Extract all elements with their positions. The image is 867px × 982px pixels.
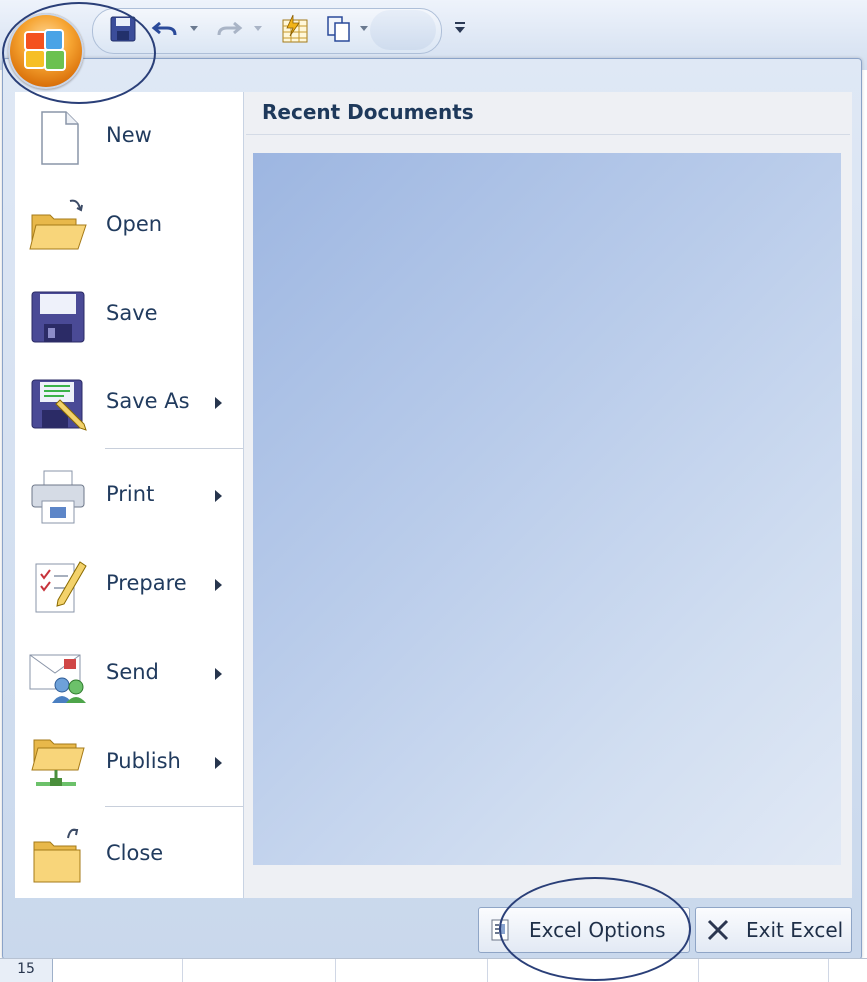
menu-item-print[interactable]: Print xyxy=(20,455,242,537)
menu-item-label: Send xyxy=(106,660,159,684)
menu-item-new[interactable]: New xyxy=(20,96,242,178)
publish-folder-icon xyxy=(28,734,88,794)
menu-item-save-as[interactable]: Save As xyxy=(20,362,242,444)
exit-excel-label: Exit Excel xyxy=(746,918,844,942)
menu-item-label: New xyxy=(106,123,152,147)
menu-item-prepare[interactable]: Prepare xyxy=(20,544,242,626)
row-number: 15 xyxy=(0,959,53,982)
undo-dropdown-icon[interactable] xyxy=(190,26,198,31)
prepare-document-icon xyxy=(28,556,88,616)
copy-icon[interactable] xyxy=(324,14,354,44)
excel-options-label: Excel Options xyxy=(529,918,666,942)
gridline xyxy=(182,959,183,982)
options-icon xyxy=(489,918,513,942)
close-folder-icon xyxy=(28,826,88,886)
menu-item-publish[interactable]: Publish xyxy=(20,722,242,804)
gridline xyxy=(698,959,699,982)
menu-item-label: Publish xyxy=(106,749,181,773)
menu-separator xyxy=(105,806,243,807)
exit-excel-button[interactable]: Exit Excel xyxy=(695,907,852,953)
gridline xyxy=(828,959,829,982)
menu-item-label: Save xyxy=(106,301,158,325)
save-as-icon xyxy=(28,374,88,434)
new-document-icon xyxy=(28,108,88,168)
send-icon xyxy=(28,645,88,705)
menu-item-send[interactable]: Send xyxy=(20,633,242,715)
redo-dropdown-icon xyxy=(254,26,262,31)
menu-item-label: Save As xyxy=(106,389,190,413)
gridline xyxy=(487,959,488,982)
submenu-arrow-icon xyxy=(215,668,222,680)
submenu-arrow-icon xyxy=(215,397,222,409)
recent-documents-divider xyxy=(246,134,850,135)
printer-icon xyxy=(28,467,88,527)
calculator-icon[interactable] xyxy=(278,14,312,44)
menu-item-close[interactable]: Close xyxy=(20,814,242,896)
menu-item-open[interactable]: Open xyxy=(20,185,242,267)
undo-icon[interactable] xyxy=(150,14,180,44)
excel-options-button[interactable]: Excel Options xyxy=(478,907,690,953)
exit-icon xyxy=(706,918,730,942)
worksheet-row: 15 xyxy=(0,958,867,982)
quick-access-toolbar-pill-end xyxy=(370,10,436,50)
gridline xyxy=(335,959,336,982)
redo-icon xyxy=(214,14,244,44)
recent-documents-list[interactable] xyxy=(253,153,841,865)
office-logo-icon xyxy=(24,29,66,71)
save-icon[interactable] xyxy=(108,14,138,44)
open-folder-icon xyxy=(28,197,88,257)
menu-item-label: Prepare xyxy=(106,571,187,595)
menu-item-save[interactable]: Save xyxy=(20,274,242,356)
customize-icon[interactable] xyxy=(452,16,468,38)
submenu-arrow-icon xyxy=(215,757,222,769)
recent-documents-title: Recent Documents xyxy=(262,100,474,124)
copy-dropdown-icon[interactable] xyxy=(360,26,368,31)
menu-item-label: Close xyxy=(106,841,164,865)
menu-item-label: Print xyxy=(106,482,155,506)
submenu-arrow-icon xyxy=(215,579,222,591)
submenu-arrow-icon xyxy=(215,490,222,502)
menu-item-label: Open xyxy=(106,212,163,236)
floppy-disk-icon xyxy=(28,286,88,346)
menu-separator xyxy=(105,448,243,449)
office-button[interactable] xyxy=(8,13,84,89)
